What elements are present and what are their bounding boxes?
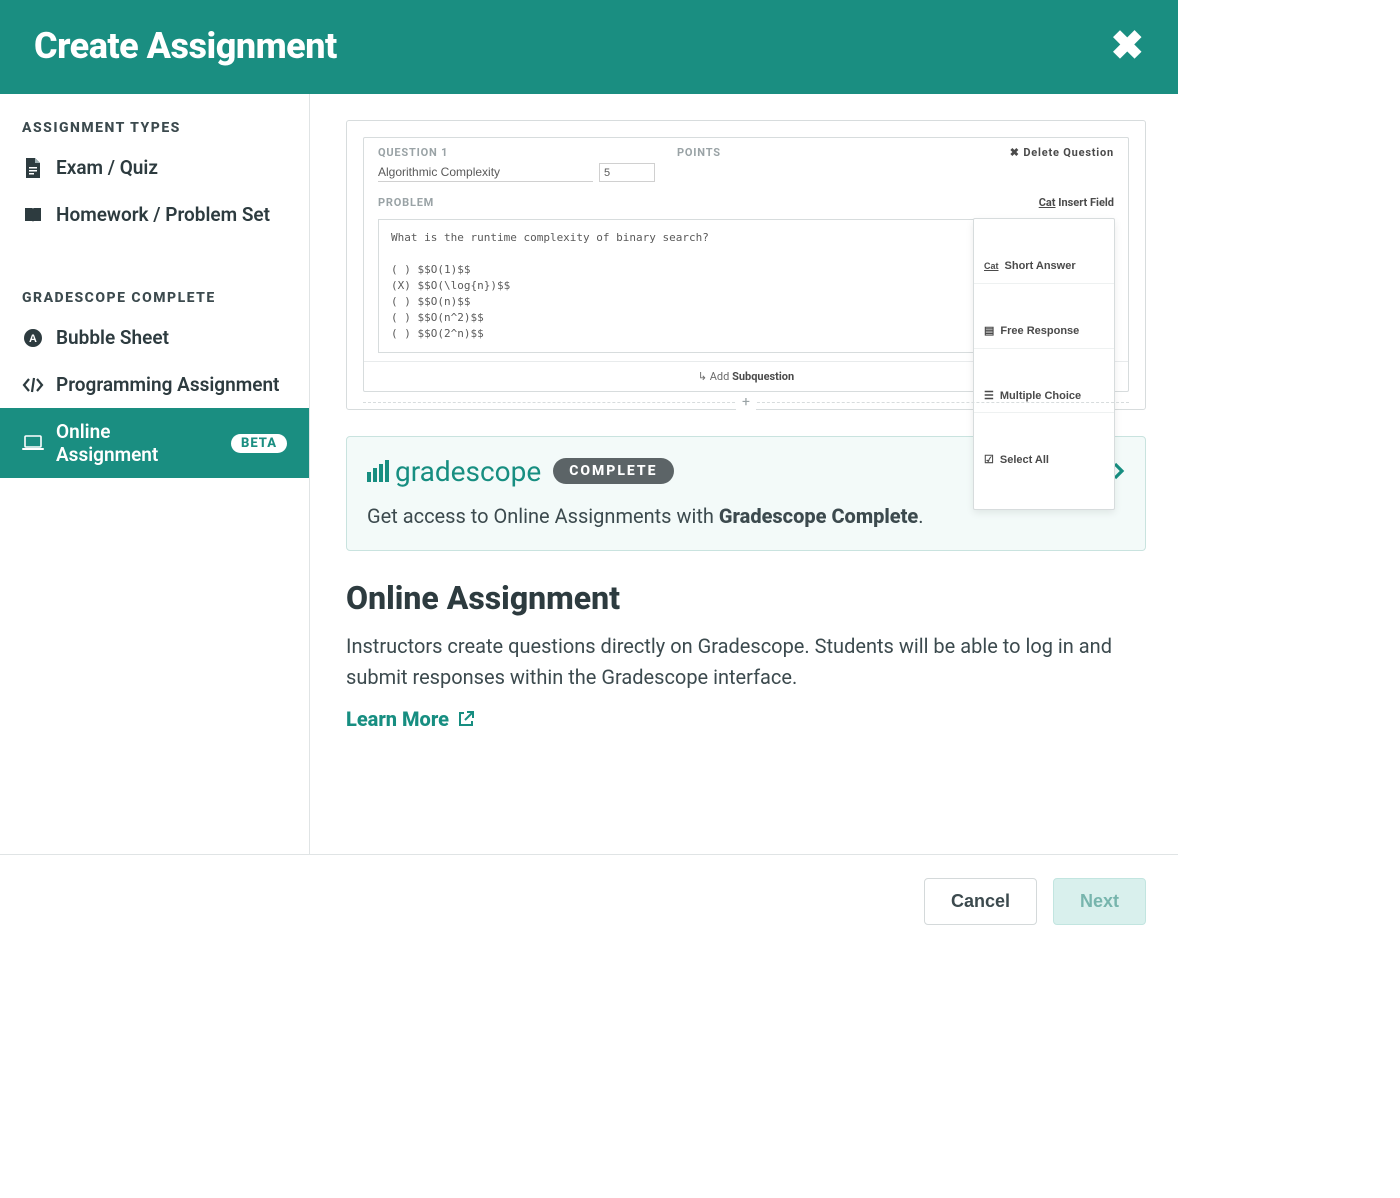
laptop-icon: [22, 432, 44, 454]
sidebar-section-gradescope-complete: GRADESCOPE COMPLETE: [0, 280, 309, 314]
logo-bars-icon: [367, 460, 389, 482]
cancel-button[interactable]: Cancel: [924, 878, 1037, 925]
dropdown-multiple-choice[interactable]: ☰Multiple Choice: [974, 381, 1114, 414]
insert-field-button[interactable]: Cat Insert Field: [1039, 196, 1114, 209]
question-number-label: QUESTION 1: [378, 146, 677, 159]
sidebar: ASSIGNMENT TYPES Exam / Quiz Homework / …: [0, 94, 310, 854]
sidebar-item-label: Programming Assignment: [56, 373, 279, 396]
gradescope-logo: gradescope: [367, 455, 541, 488]
sidebar-item-online[interactable]: Online Assignment BETA: [0, 408, 309, 478]
sidebar-item-homework[interactable]: Homework / Problem Set: [0, 191, 309, 238]
detail-description: Instructors create questions directly on…: [346, 631, 1146, 693]
problem-text-area[interactable]: What is the runtime complexity of binary…: [378, 219, 1114, 353]
next-button[interactable]: Next: [1053, 878, 1146, 925]
modal-header: Create Assignment ✖: [0, 0, 1178, 94]
dropdown-select-all[interactable]: ☑Select All: [974, 445, 1114, 477]
problem-label: PROBLEM: [364, 192, 1128, 213]
add-question-divider[interactable]: [363, 402, 1129, 403]
question-points-input[interactable]: [599, 163, 655, 182]
sidebar-item-label: Exam / Quiz: [56, 156, 158, 179]
sidebar-item-exam[interactable]: Exam / Quiz: [0, 144, 309, 191]
modal-content: ASSIGNMENT TYPES Exam / Quiz Homework / …: [0, 94, 1178, 854]
external-link-icon: [457, 710, 475, 728]
bubble-icon: A: [22, 327, 44, 349]
sidebar-item-label: Online Assignment: [56, 420, 213, 466]
code-icon: [22, 374, 44, 396]
sidebar-item-bubble[interactable]: A Bubble Sheet: [0, 314, 309, 361]
complete-pill: COMPLETE: [553, 458, 673, 484]
close-icon[interactable]: ✖: [1110, 26, 1144, 66]
learn-more-link[interactable]: Learn More: [346, 707, 475, 731]
svg-text:A: A: [29, 333, 37, 345]
sidebar-item-label: Bubble Sheet: [56, 326, 169, 349]
sidebar-item-label: Homework / Problem Set: [56, 203, 270, 226]
main-panel: QUESTION 1 POINTS ✖ Delete Question PROB…: [310, 94, 1178, 854]
dropdown-short-answer[interactable]: CatShort Answer: [974, 251, 1114, 284]
question-title-input[interactable]: [378, 163, 593, 182]
select-all-icon: ☑: [984, 453, 994, 469]
short-answer-icon: Cat: [984, 259, 999, 275]
free-response-icon: ▤: [984, 324, 994, 340]
document-icon: [22, 157, 44, 179]
delete-question-button[interactable]: ✖ Delete Question: [1010, 146, 1114, 159]
detail-title: Online Assignment: [346, 579, 1146, 617]
beta-badge: BETA: [231, 434, 287, 453]
insert-field-dropdown: CatShort Answer ▤Free Response ☰Multiple…: [973, 218, 1115, 510]
modal-footer: Cancel Next: [0, 854, 1178, 948]
sidebar-item-programming[interactable]: Programming Assignment: [0, 361, 309, 408]
dropdown-free-response[interactable]: ▤Free Response: [974, 316, 1114, 349]
preview-frame: QUESTION 1 POINTS ✖ Delete Question PROB…: [346, 120, 1146, 410]
modal-title: Create Assignment: [34, 25, 337, 67]
book-icon: [22, 204, 44, 226]
points-label: POINTS: [677, 146, 792, 159]
question-editor-preview: QUESTION 1 POINTS ✖ Delete Question PROB…: [363, 137, 1129, 392]
sidebar-section-assignment-types: ASSIGNMENT TYPES: [0, 110, 309, 144]
